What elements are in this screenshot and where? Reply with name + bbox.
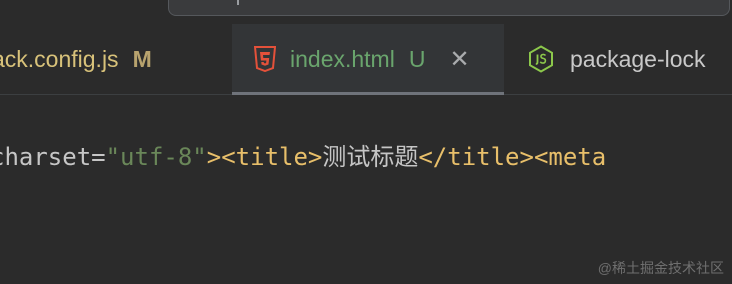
git-status-badge: U [408,45,426,72]
attribute-value: "utf-8" [105,143,207,171]
watermark: @稀土掘金技术社区 [597,260,724,276]
title-text: 测试标题 [322,143,419,171]
tab-package-lock[interactable]: package-lock [528,24,706,94]
tab-label: package-lock [570,45,706,72]
html5-icon [254,46,276,72]
tab-webpack-config[interactable]: ack.config.js M [0,24,152,94]
git-status-badge: M [132,45,152,72]
tab-label: ack.config.js [0,45,119,72]
title-close-tag: </title> [418,143,534,171]
search-field[interactable] [168,0,730,16]
editor-tab-bar: ack.config.js M index.html U ✕ package-l… [0,24,732,95]
tab-index-html[interactable]: index.html U ✕ [232,24,504,95]
tab-label: index.html [290,45,395,72]
equals-sign: = [91,143,106,171]
title-open-tag: ><title> [206,143,323,171]
attribute-name: charset [0,143,92,171]
code-line: charset="utf-8"><title>测试标题</title><meta [0,141,606,173]
nodejs-icon [529,45,553,73]
code-editor[interactable]: charset="utf-8"><title>测试标题</title><meta… [0,95,732,284]
meta-tag: <meta [533,143,607,171]
title-strip [0,0,732,24]
text-caret [237,0,239,5]
close-icon[interactable]: ✕ [449,45,469,74]
